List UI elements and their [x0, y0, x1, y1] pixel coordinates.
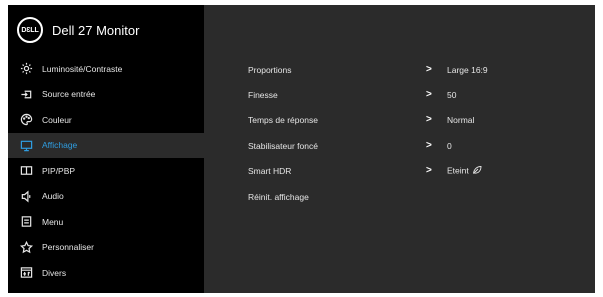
monitor-title: Dell 27 Monitor: [52, 22, 140, 38]
menu-item-display[interactable]: Affichage: [8, 132, 204, 158]
setting-label: Temps de réponse: [248, 114, 318, 125]
chevron-right-icon: >: [426, 89, 432, 100]
menu-item-personalize[interactable]: Personnaliser: [8, 235, 204, 261]
display-icon: [18, 137, 34, 153]
chevron-right-icon: >: [426, 114, 432, 125]
sidebar: DƐLL Dell 27 Monitor Luminosité/Contrast…: [8, 5, 204, 293]
speaker-icon: [18, 188, 34, 204]
color-icon: [18, 112, 34, 128]
chevron-right-icon: >: [426, 64, 432, 75]
menu-item-color[interactable]: Couleur: [8, 107, 204, 133]
reset-display-button[interactable]: Réinit. affichage: [204, 184, 595, 209]
brand-header: DƐLL Dell 27 Monitor: [8, 5, 204, 55]
setting-sharpness[interactable]: Finesse > 50: [204, 82, 595, 107]
menu-item-input-source[interactable]: Source entrée: [8, 82, 204, 108]
input-source-icon: [18, 86, 34, 102]
setting-label: Proportions: [248, 64, 292, 75]
setting-label: Finesse: [248, 89, 278, 100]
setting-aspect-ratio[interactable]: Proportions > Large 16:9: [204, 57, 595, 82]
setting-label: Smart HDR: [248, 165, 292, 176]
menu-icon: [18, 214, 34, 230]
setting-value-wrap: Eteint: [447, 165, 482, 177]
menu-item-menu[interactable]: Menu: [8, 209, 204, 235]
display-settings-panel: Proportions > Large 16:9 Finesse > 50 Te…: [204, 5, 595, 293]
menu-item-label: Luminosité/Contraste: [42, 63, 123, 74]
others-icon: [18, 265, 34, 281]
leaf-icon: [472, 165, 482, 177]
menu-item-label: PIP/PBP: [42, 165, 76, 176]
setting-dark-stabilizer[interactable]: Stabilisateur foncé > 0: [204, 133, 595, 158]
menu-item-pip-pbp[interactable]: PIP/PBP: [8, 158, 204, 184]
main-menu: Luminosité/Contraste Source entrée Coule…: [8, 56, 204, 286]
setting-response-time[interactable]: Temps de réponse > Normal: [204, 107, 595, 132]
setting-value: 0: [447, 140, 452, 151]
pip-icon: [18, 163, 34, 179]
setting-label: Réinit. affichage: [248, 191, 309, 202]
setting-smart-hdr[interactable]: Smart HDR > Eteint: [204, 158, 595, 183]
menu-item-audio[interactable]: Audio: [8, 184, 204, 210]
menu-item-label: Affichage: [42, 140, 78, 151]
dell-logo: DƐLL: [17, 17, 43, 43]
osd-window: DƐLL Dell 27 Monitor Luminosité/Contrast…: [8, 5, 595, 293]
menu-item-label: Source entrée: [42, 89, 96, 100]
menu-item-label: Couleur: [42, 114, 72, 125]
menu-item-label: Personnaliser: [42, 242, 94, 253]
chevron-right-icon: >: [426, 140, 432, 151]
setting-label: Stabilisateur foncé: [248, 140, 318, 151]
menu-item-label: Divers: [42, 267, 67, 278]
setting-value: 50: [447, 89, 457, 100]
setting-value: Eteint: [447, 164, 469, 175]
chevron-right-icon: >: [426, 165, 432, 176]
logo-text: DƐLL: [21, 26, 39, 34]
menu-item-brightness-contrast[interactable]: Luminosité/Contraste: [8, 56, 204, 82]
menu-item-label: Audio: [42, 191, 64, 202]
setting-value: Normal: [447, 114, 475, 125]
setting-value: Large 16:9: [447, 64, 488, 75]
brightness-icon: [18, 61, 34, 77]
menu-item-label: Menu: [42, 216, 64, 227]
star-icon: [18, 239, 34, 255]
menu-item-others[interactable]: Divers: [8, 260, 204, 286]
